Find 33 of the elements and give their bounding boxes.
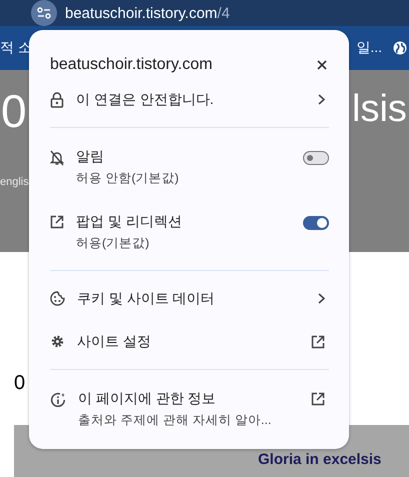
site-info-icon[interactable] <box>31 0 57 26</box>
connection-label: 이 연결은 안전합니다. <box>76 90 215 108</box>
chevron-icon <box>318 94 325 105</box>
popup-title: beatuschoir.tistory.com <box>50 56 212 74</box>
info-sparkle-icon <box>50 392 66 408</box>
connection-row[interactable]: 이 연결은 안전합니다. <box>50 78 329 121</box>
about-page-item[interactable]: 이 페이지에 관한 정보 출처와 주제에 관해 자세히 알아... <box>50 376 329 441</box>
nav-link[interactable]: 일... <box>356 39 382 57</box>
video-title: Gloria in excelsis <box>258 451 382 468</box>
permission-label: 알림 <box>76 148 105 166</box>
external-link-icon <box>311 392 325 406</box>
chevron-icon <box>318 293 325 304</box>
external-link-icon <box>50 215 64 229</box>
permission-status: 허용 안함(기본값) <box>76 170 180 187</box>
gear-icon <box>50 334 65 349</box>
close-button[interactable] <box>315 58 329 72</box>
about-title: 이 페이지에 관한 정보 <box>78 390 217 408</box>
hero-title: lsis <box>352 88 407 131</box>
toggle-switch[interactable] <box>303 216 329 230</box>
globe-icon[interactable] <box>393 41 407 55</box>
toggle-switch[interactable] <box>303 151 329 165</box>
hero-title: 0 <box>1 84 27 138</box>
permission-label: 팝업 및 리디렉션 <box>76 213 183 231</box>
hero-subtitle: englis <box>0 176 29 188</box>
menu-item[interactable]: 사이트 설정 <box>50 320 329 363</box>
about-subtitle: 출처와 주제에 관해 자세히 알아... <box>78 412 272 429</box>
external-link-icon <box>311 334 325 348</box>
body-text: 0 <box>14 372 26 395</box>
menu-item[interactable]: 쿠키 및 사이트 데이터 <box>50 277 329 320</box>
bell-off-icon <box>50 150 64 166</box>
cookie-icon <box>50 291 65 306</box>
permission-status: 허용(기본값) <box>76 235 150 252</box>
lock-icon <box>50 92 64 108</box>
